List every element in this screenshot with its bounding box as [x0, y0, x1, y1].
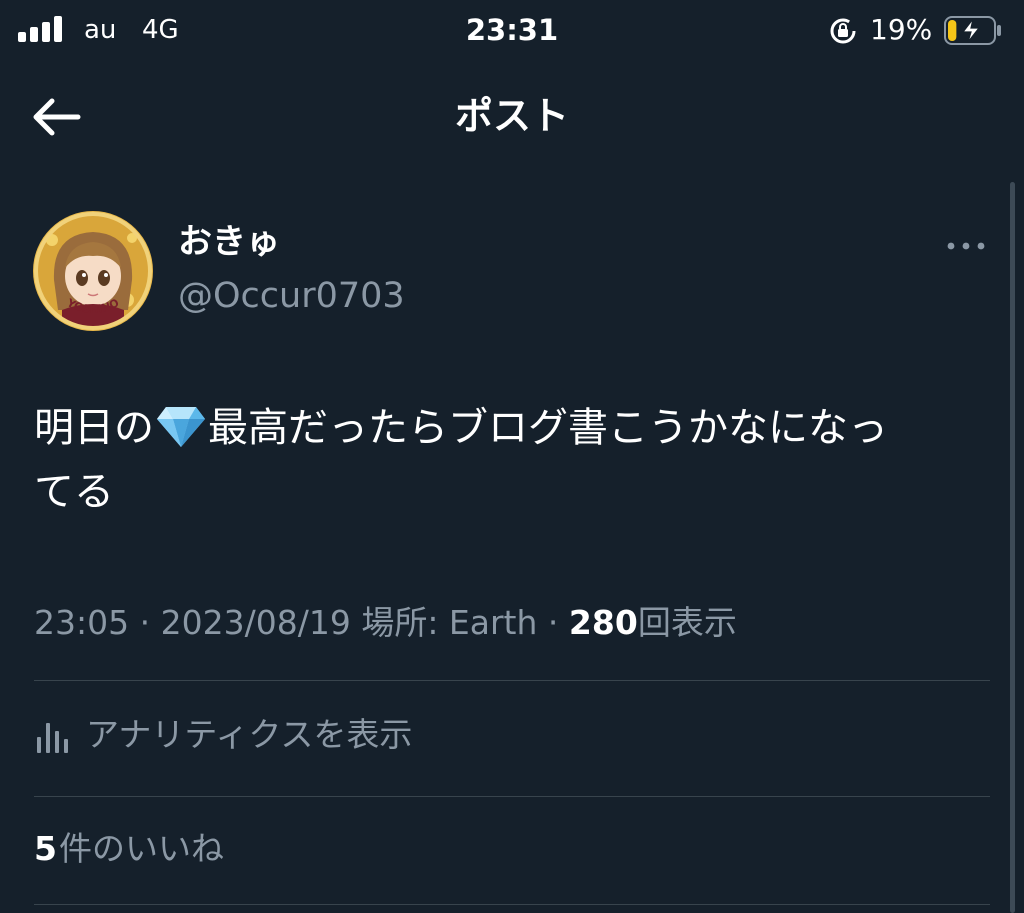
back-arrow-icon[interactable] [28, 94, 84, 140]
signal-icon [18, 16, 64, 42]
divider [34, 680, 990, 681]
gem-stone-icon [157, 407, 205, 447]
orientation-lock-icon [830, 18, 856, 44]
author-display-name[interactable]: おきゅ [178, 220, 280, 264]
views-label: 回表示 [637, 603, 737, 642]
scrollbar[interactable] [1010, 182, 1015, 913]
more-options-icon[interactable] [944, 236, 988, 256]
post-text-part: てる [34, 469, 114, 515]
post-location: 場所: Earth [361, 603, 538, 642]
post-text: 明日の 最高だったらブログ書こうかなになっ てる [34, 396, 984, 524]
post-time: 23:05 [34, 603, 130, 642]
views-count: 280 [568, 603, 638, 642]
likes-label: 件のいいね [58, 829, 224, 868]
avatar[interactable]: YOSHINO [32, 210, 154, 332]
view-analytics-button[interactable]: アナリティクスを表示 [34, 710, 412, 760]
likes-count: 5 [34, 829, 57, 868]
page-title: ポスト [454, 94, 569, 138]
post-date: 2023/08/19 [160, 603, 351, 642]
status-time: 23:31 [465, 13, 559, 47]
meta-separator: · [139, 603, 151, 642]
meta-separator: · [547, 603, 559, 642]
analytics-bar-chart-icon [37, 723, 68, 753]
post-meta: 23:05 · 2023/08/19 場所: Earth · 280回表示 [34, 600, 737, 646]
post-text-part: 明日の [34, 405, 154, 451]
battery-percent: 19% [870, 13, 933, 46]
carrier-label: au [84, 15, 117, 45]
divider [34, 904, 990, 905]
network-type-label: 4G [142, 15, 179, 45]
author-handle[interactable]: @Occur0703 [178, 274, 405, 318]
analytics-label: アナリティクスを表示 [86, 715, 413, 754]
battery-charging-icon [944, 16, 1001, 45]
post-text-part: 最高だったらブログ書こうかなになっ [208, 405, 888, 451]
divider [34, 796, 990, 797]
likes-link[interactable]: 5件のいいね [34, 826, 224, 872]
